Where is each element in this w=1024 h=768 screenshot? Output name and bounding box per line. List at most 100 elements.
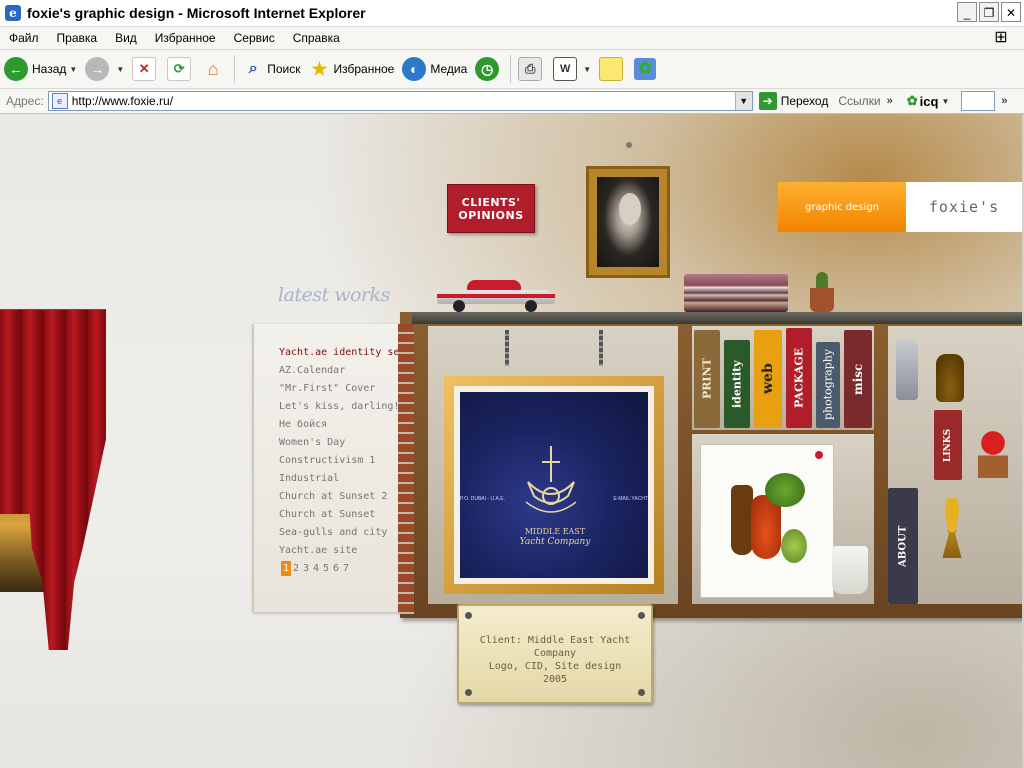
edit-button[interactable]: W ▼	[549, 53, 595, 85]
menu-file[interactable]: Файл	[0, 31, 48, 45]
chevron-down-icon[interactable]: ▼	[116, 65, 124, 74]
back-button[interactable]: ← Назад ▼	[0, 53, 81, 85]
stop-button[interactable]: ✕	[128, 53, 163, 85]
icq-toolbar-button[interactable]: ✿	[630, 53, 663, 85]
favorites-button[interactable]: ★ Избранное	[305, 53, 399, 85]
book-identity[interactable]: identity	[724, 340, 750, 428]
icq-flower-icon: ✿	[906, 93, 918, 108]
print-button[interactable]: ⎙	[514, 53, 549, 85]
caption-services: Logo, CID, Site design	[488, 661, 622, 672]
address-input[interactable]: e http://www.foxie.ru/ ▼	[47, 91, 753, 111]
note-button[interactable]	[595, 53, 630, 85]
bottle-icon	[731, 485, 753, 555]
chevron-down-icon[interactable]: ▼	[69, 65, 77, 74]
work-item[interactable]: Women's Day	[279, 434, 405, 452]
search-button[interactable]: ⌕ Поиск	[238, 53, 304, 85]
refresh-button[interactable]: ⟳	[163, 53, 198, 85]
menu-bar: Файл Правка Вид Избранное Сервис Справка…	[0, 27, 1024, 50]
portrait-face	[619, 193, 641, 225]
chevron-down-icon[interactable]: ▼	[583, 65, 591, 74]
work-item[interactable]: Church at Sunset	[279, 506, 405, 524]
back-arrow-icon: ←	[4, 57, 28, 81]
site-logo[interactable]: foxie's	[906, 182, 1022, 232]
maximize-button[interactable]: ❐	[979, 2, 999, 22]
work-item[interactable]: Sea-gulls and city	[279, 524, 405, 542]
caption-client: Client: Middle East Yacht Company	[479, 635, 631, 659]
artwork-left-text: P.O. DUBAI - U.A.E.	[460, 496, 505, 502]
close-button[interactable]: ✕	[1001, 2, 1021, 22]
address-url: http://www.foxie.ru/	[71, 94, 174, 108]
screw-icon	[638, 689, 645, 696]
book-web[interactable]: web	[754, 330, 782, 428]
chevron-down-icon[interactable]: ▼	[941, 97, 949, 106]
clients-opinions-button[interactable]: CLIENTS' OPINIONS	[447, 184, 535, 233]
book-about[interactable]: ABOUT	[888, 488, 918, 604]
page-link[interactable]: 3	[301, 561, 311, 576]
work-item[interactable]: Church at Sunset 2	[279, 488, 405, 506]
chevrons-icon[interactable]: »	[887, 95, 893, 107]
phone-icon	[896, 340, 918, 400]
history-button[interactable]: ◷	[471, 53, 507, 85]
address-label: Адрес:	[6, 94, 44, 108]
page-link[interactable]: 6	[331, 561, 341, 576]
page-link[interactable]: 7	[341, 561, 351, 576]
icq-button[interactable]: ✿ icq ▼	[907, 93, 950, 109]
work-item[interactable]: Let's kiss, darling!	[279, 398, 405, 416]
menu-help[interactable]: Справка	[284, 31, 349, 45]
pagination: 1 2 3 4 5 6 7	[281, 561, 351, 576]
work-item[interactable]: AZ.Calendar	[279, 362, 405, 380]
work-item[interactable]: Constructivism 1	[279, 452, 405, 470]
icq-input[interactable]	[961, 91, 996, 111]
search-icon: ⌕	[248, 60, 258, 77]
book-print[interactable]: PRINT	[694, 330, 720, 428]
book-package[interactable]: PACKAGE	[786, 328, 812, 428]
book-photography[interactable]: photography	[816, 342, 840, 428]
minimize-button[interactable]: _	[957, 2, 977, 22]
artwork-company-line2: Yacht Company	[519, 537, 591, 547]
menu-edit[interactable]: Правка	[48, 31, 107, 45]
work-item[interactable]: Yacht.ae site	[279, 542, 405, 560]
nav-graphic-design[interactable]: graphic design	[778, 182, 906, 232]
flower-pot-icon	[978, 428, 1008, 478]
caption-text: Client: Middle East Yacht Company Logo, …	[459, 634, 651, 686]
page-link[interactable]: 1	[281, 561, 291, 576]
page-link[interactable]: 4	[311, 561, 321, 576]
chevron-down-icon[interactable]: ▼	[734, 92, 752, 110]
menu-view[interactable]: Вид	[106, 31, 146, 45]
pear-icon	[781, 529, 807, 563]
book-links[interactable]: LINKS	[934, 410, 962, 480]
menu-favorites[interactable]: Избранное	[146, 31, 225, 45]
portrait-frame	[586, 166, 670, 278]
media-button[interactable]: ◐ Медиа	[398, 53, 471, 85]
work-item[interactable]: Industrial	[279, 470, 405, 488]
menu-tools[interactable]: Сервис	[225, 31, 284, 45]
screw-icon	[465, 689, 472, 696]
toolbar: ← Назад ▼ → ▼ ✕ ⟳ ⌂ ⌕ Поиск ★ Избранное …	[0, 50, 1024, 89]
printer-icon: ⎙	[518, 57, 543, 81]
go-button[interactable]: ➔ Переход	[758, 92, 829, 110]
book-misc[interactable]: misc	[844, 330, 872, 428]
web-page: CLIENTS' OPINIONS graphic design foxie's…	[0, 114, 1022, 768]
address-bar: Адрес: e http://www.foxie.ru/ ▼ ➔ Перехо…	[0, 89, 1024, 114]
bottle-icon	[936, 354, 964, 402]
work-item[interactable]: Yacht.ae identity set	[279, 344, 405, 362]
shelf-top	[412, 312, 1022, 324]
chain	[505, 330, 509, 366]
chevrons-icon[interactable]: »	[1001, 95, 1007, 107]
home-button[interactable]: ⌂	[198, 53, 231, 85]
work-item[interactable]: "Mr.First" Cover	[279, 380, 405, 398]
page-link[interactable]: 5	[321, 561, 331, 576]
go-label: Переход	[780, 94, 829, 108]
clients-line2: OPINIONS	[458, 208, 524, 222]
work-item[interactable]: Не бойся	[279, 416, 405, 434]
cactus-pot	[808, 272, 836, 312]
forward-button[interactable]: → ▼	[81, 53, 128, 85]
page-link[interactable]: 2	[291, 561, 301, 576]
window-controls: _ ❐ ✕	[957, 2, 1021, 22]
links-button[interactable]: Ссылки	[838, 94, 880, 108]
stop-icon: ✕	[132, 57, 157, 81]
artwork-frame[interactable]: P.O. DUBAI - U.A.E. E-MAIL:YACHT MIDDLE …	[444, 376, 664, 594]
media-globe-icon: ◐	[402, 57, 427, 81]
yacht-emblem-icon	[525, 446, 577, 513]
latest-works-title: latest works	[278, 284, 390, 306]
